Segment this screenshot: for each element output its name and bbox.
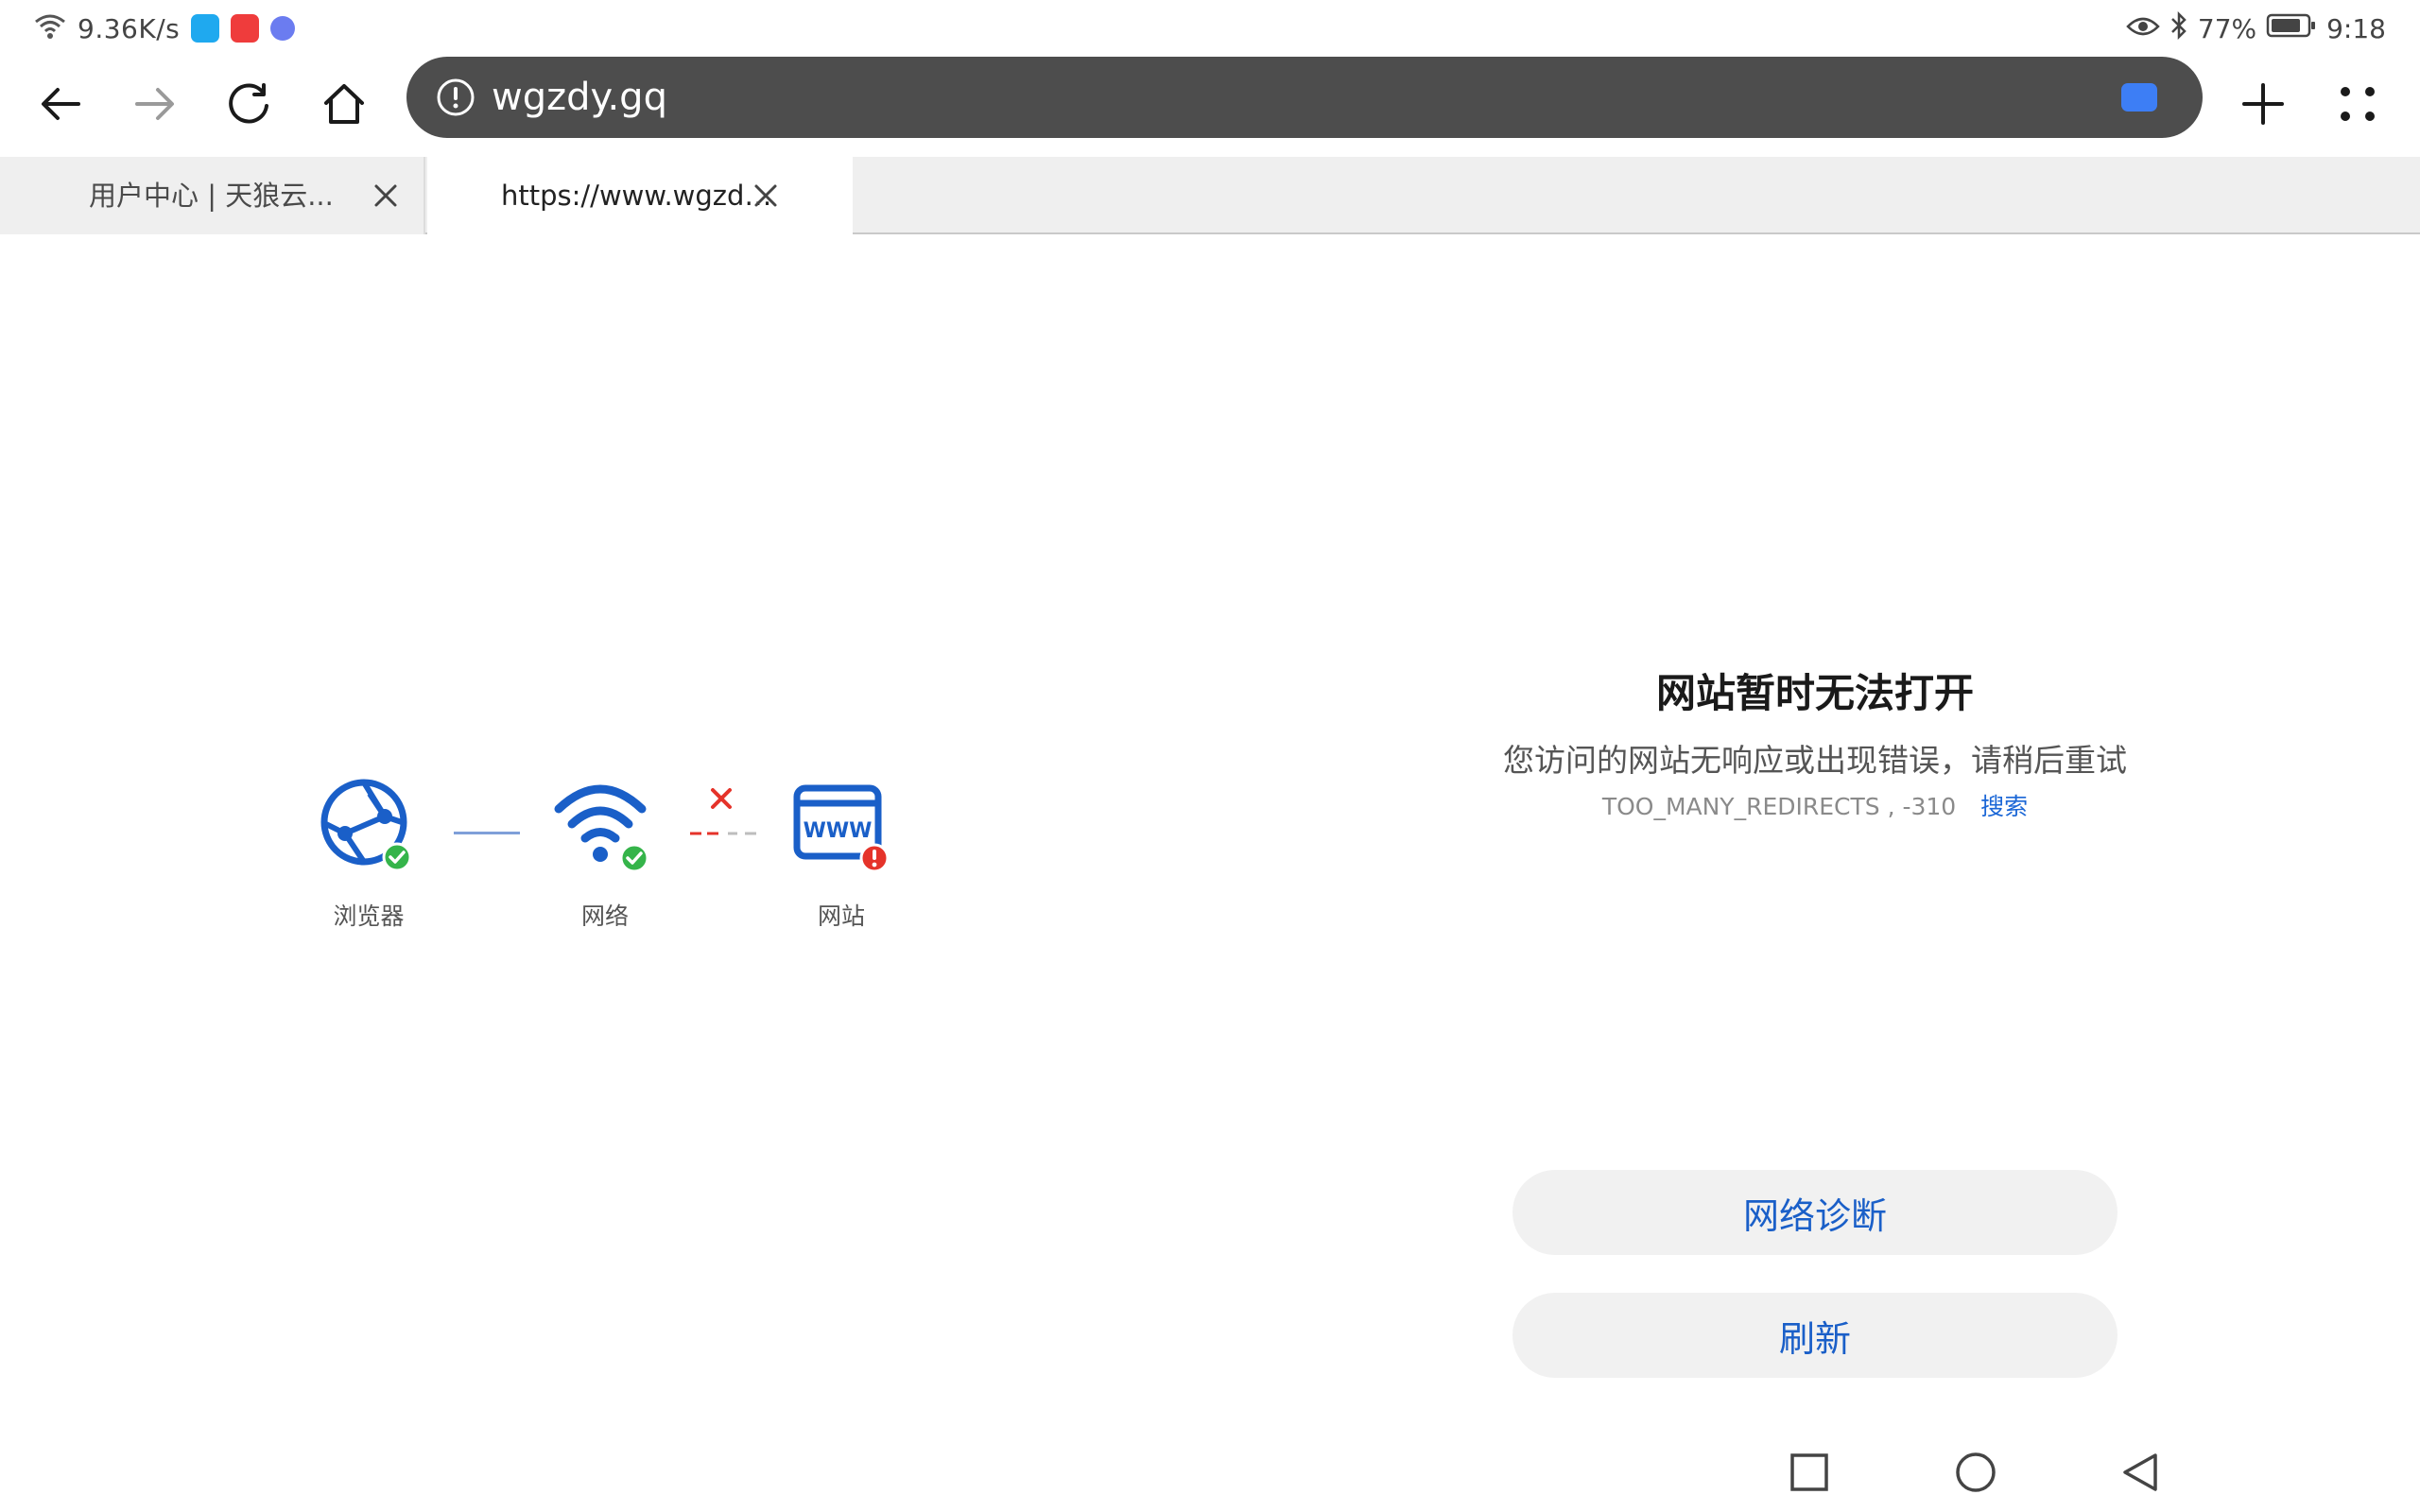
eye-icon <box>2126 13 2160 44</box>
wifi-icon <box>34 13 66 43</box>
error-code: TOO_MANY_REDIRECTS , -310 <box>1601 793 1957 820</box>
square-icon <box>1790 1453 1828 1491</box>
close-icon <box>754 184 777 207</box>
menu-icon <box>2334 80 2381 131</box>
network-label: 网络 <box>580 902 629 930</box>
home-icon <box>320 80 368 131</box>
bluetooth-icon <box>2169 10 2188 46</box>
link-network-website <box>690 832 756 835</box>
network-node: 网络 <box>548 775 662 932</box>
link-browser-network <box>454 832 520 834</box>
tab-title[interactable]: https://www.wgzdy.… <box>501 157 775 234</box>
disconnect-icon <box>707 784 735 813</box>
connection-diagram: 浏览器 网络 WWW 网站 <box>312 775 917 945</box>
tab-strip: 用户中心 | 天狼云... https://www.wgzdy.… <box>0 157 2420 234</box>
browser-toolbar: wgzdy.gq <box>0 55 2420 157</box>
website-label: 网站 <box>817 902 865 930</box>
tab-count-badge[interactable] <box>2121 83 2157 112</box>
reload-icon <box>226 80 273 131</box>
add-tab-icon <box>2239 80 2287 131</box>
battery-icon <box>2266 12 2317 45</box>
qq-browser-icon <box>191 14 220 43</box>
status-bar: 9.36K/s 77% 9:18 <box>0 0 2420 55</box>
new-tab-button[interactable] <box>2225 68 2301 144</box>
music-icon <box>270 16 296 41</box>
error-description: 您访问的网站无响应或出现错误，请稍后重试 <box>1503 742 2127 779</box>
close-tab-button[interactable] <box>365 175 406 216</box>
website-icon: WWW <box>789 775 893 879</box>
reload-button[interactable] <box>212 68 287 144</box>
back-nav-button[interactable] <box>2112 1444 2169 1501</box>
wifi-network-icon <box>553 775 657 879</box>
info-icon[interactable] <box>435 77 476 118</box>
network-speed: 9.36K/s <box>78 12 181 44</box>
network-diagnose-button[interactable]: 网络诊断 <box>1512 1170 2118 1255</box>
close-icon <box>374 184 397 207</box>
circle-icon <box>1956 1452 1996 1492</box>
browser-icon <box>317 775 421 879</box>
tab-title[interactable]: 用户中心 | 天狼云... <box>89 157 344 234</box>
red-app-icon <box>231 14 260 43</box>
back-icon <box>37 80 84 131</box>
back-button[interactable] <box>23 68 98 144</box>
url-text[interactable]: wgzdy.gq <box>492 57 667 138</box>
system-nav-bar <box>0 1433 2420 1512</box>
www-text: WWW <box>804 819 873 843</box>
browser-label: 浏览器 <box>333 902 405 930</box>
close-tab-button[interactable] <box>745 175 786 216</box>
tab-user-center[interactable]: 用户中心 | 天狼云... <box>0 157 425 234</box>
error-code-row: TOO_MANY_REDIRECTS , -310 搜索 <box>1399 788 2231 822</box>
search-link[interactable]: 搜索 <box>1980 793 2028 820</box>
recents-button[interactable] <box>1781 1444 1838 1501</box>
tab-current[interactable]: https://www.wgzdy.… <box>427 157 853 234</box>
refresh-button[interactable]: 刷新 <box>1512 1293 2118 1378</box>
menu-button[interactable] <box>2320 68 2395 144</box>
error-title: 网站暂时无法打开 <box>1655 670 1974 716</box>
battery-level: 77% <box>2197 12 2257 44</box>
triangle-back-icon <box>2123 1453 2157 1491</box>
forward-button[interactable] <box>117 68 193 144</box>
address-bar[interactable]: wgzdy.gq <box>406 57 2203 138</box>
website-node: WWW 网站 <box>785 775 898 932</box>
home-button[interactable] <box>306 68 382 144</box>
forward-icon <box>131 80 179 131</box>
clock: 9:18 <box>2326 12 2386 44</box>
browser-node: 浏览器 <box>312 775 425 932</box>
home-nav-button[interactable] <box>1947 1444 2004 1501</box>
